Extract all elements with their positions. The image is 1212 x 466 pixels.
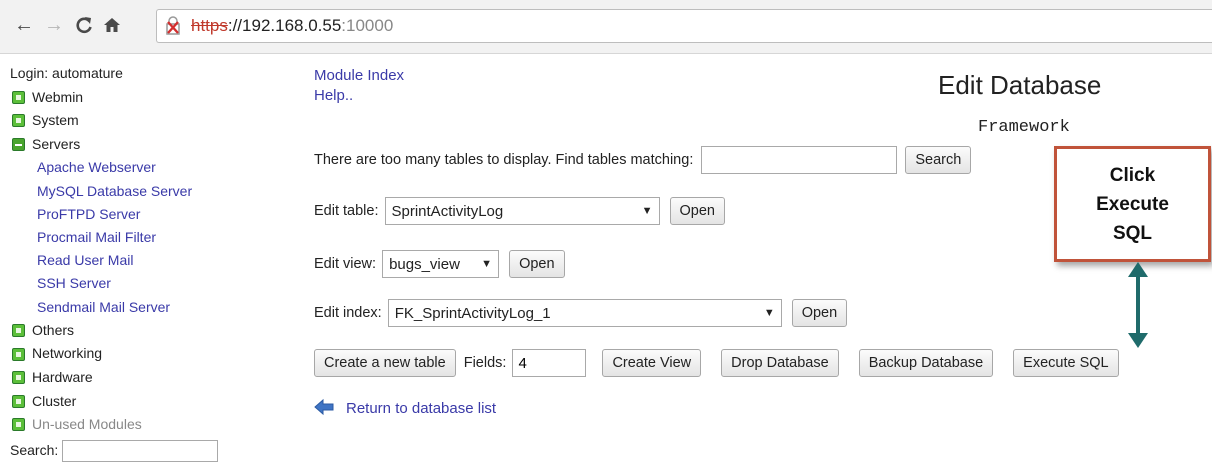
sidebar-search: Search: <box>10 439 250 463</box>
login-label: Login: automature <box>10 65 123 81</box>
double-arrow-icon <box>1128 262 1148 348</box>
url-scheme: https <box>191 16 228 35</box>
category-servers[interactable]: Servers <box>10 133 250 157</box>
category-label: Servers <box>32 135 81 152</box>
expand-icon <box>12 324 25 338</box>
category-unused-modules[interactable]: Un-used Modules <box>10 413 250 437</box>
actions-row: Create a new table Fields: Create View D… <box>314 349 1119 377</box>
module-mysql-database-server[interactable]: MySQL Database Server <box>10 180 250 203</box>
fields-label: Fields: <box>463 355 507 371</box>
top-links: Module Index Help.. <box>314 66 404 106</box>
open-view-button[interactable]: Open <box>509 250 565 278</box>
edit-table-row: Edit table: SprintActivityLog ▼ Open <box>314 197 725 225</box>
find-tables-input[interactable] <box>701 146 898 174</box>
module-sendmail-mail-server[interactable]: Sendmail Mail Server <box>10 296 250 319</box>
expand-icon <box>12 418 25 432</box>
category-others[interactable]: Others <box>10 319 250 343</box>
dropdown-arrow-icon: ▼ <box>763 307 775 319</box>
backup-database-button[interactable]: Backup Database <box>858 349 994 377</box>
back-arrow-icon[interactable] <box>314 398 334 419</box>
expand-icon <box>12 114 25 128</box>
expand-icon <box>12 394 25 408</box>
browser-toolbar: ← → https://192.168.0.55:10000 <box>0 0 1212 54</box>
category-label: System <box>32 112 79 129</box>
category-label: Webmin <box>32 88 84 105</box>
search-button[interactable]: Search <box>905 146 972 174</box>
edit-index-select[interactable]: FK_SprintActivityLog_1 ▼ <box>387 299 782 327</box>
edit-table-value: SprintActivityLog <box>391 202 504 220</box>
edit-view-select[interactable]: bugs_view ▼ <box>382 250 500 278</box>
open-table-button[interactable]: Open <box>669 197 725 225</box>
sidebar-search-input[interactable] <box>62 439 219 462</box>
category-system[interactable]: System <box>10 109 250 133</box>
drop-database-button[interactable]: Drop Database <box>721 349 839 377</box>
create-table-button[interactable]: Create a new table <box>314 349 456 377</box>
find-tables-row: There are too many tables to display. Fi… <box>314 146 972 174</box>
module-proftpd-server[interactable]: ProFTPD Server <box>10 203 250 226</box>
home-icon[interactable] <box>100 12 124 38</box>
forward-arrow-icon[interactable]: → <box>42 12 66 38</box>
return-to-database-list-link[interactable]: Return to database list <box>346 400 496 417</box>
expand-icon <box>12 371 25 385</box>
module-read-user-mail[interactable]: Read User Mail <box>10 249 250 272</box>
edit-index-label: Edit index: <box>314 305 382 321</box>
expand-icon <box>12 347 25 361</box>
edit-index-row: Edit index: FK_SprintActivityLog_1 ▼ Ope… <box>314 299 848 327</box>
edit-table-label: Edit table: <box>314 203 379 219</box>
find-tables-label: There are too many tables to display. Fi… <box>314 152 694 168</box>
category-hardware[interactable]: Hardware <box>10 366 250 390</box>
category-label: Others <box>32 321 75 338</box>
category-cluster[interactable]: Cluster <box>10 390 250 414</box>
edit-view-label: Edit view: <box>314 256 377 272</box>
dropdown-arrow-icon: ▼ <box>481 258 493 270</box>
edit-view-value: bugs_view <box>389 255 460 273</box>
module-ssh-server[interactable]: SSH Server <box>10 272 250 295</box>
sidebar-search-label: Search: <box>10 441 59 458</box>
expand-icon <box>12 90 25 104</box>
back-arrow-icon[interactable]: ← <box>12 12 36 38</box>
module-procmail-mail-filter[interactable]: Procmail Mail Filter <box>10 226 250 249</box>
annotation-callout: Click Execute SQL <box>1054 146 1211 262</box>
fields-input[interactable] <box>512 349 587 377</box>
execute-sql-button[interactable]: Execute SQL <box>1013 349 1119 377</box>
return-row: Return to database list <box>314 398 496 419</box>
create-view-button[interactable]: Create View <box>602 349 702 377</box>
reload-icon[interactable] <box>72 12 96 38</box>
address-bar[interactable]: https://192.168.0.55:10000 <box>156 9 1212 43</box>
page-title: Edit Database <box>938 70 1102 100</box>
help-link[interactable]: Help.. <box>314 86 404 106</box>
category-label: Un-used Modules <box>32 416 142 433</box>
module-index-link[interactable]: Module Index <box>314 66 404 86</box>
edit-table-select[interactable]: SprintActivityLog ▼ <box>384 197 660 225</box>
insecure-lock-icon <box>163 16 185 36</box>
module-apache-webserver[interactable]: Apache Webserver <box>10 156 250 179</box>
dropdown-arrow-icon: ▼ <box>641 205 653 217</box>
edit-index-value: FK_SprintActivityLog_1 <box>394 304 551 322</box>
category-label: Networking <box>32 345 103 362</box>
url-host: ://192.168.0.55 <box>227 16 342 35</box>
open-index-button[interactable]: Open <box>791 299 848 327</box>
webmin-sidebar: Login: automature Webmin System Servers … <box>10 62 250 462</box>
edit-view-row: Edit view: bugs_view ▼ Open <box>314 250 565 278</box>
url-port: :10000 <box>341 16 394 35</box>
category-label: Hardware <box>32 368 93 385</box>
database-name: Framework <box>978 118 1070 137</box>
category-networking[interactable]: Networking <box>10 342 250 366</box>
category-webmin[interactable]: Webmin <box>10 86 250 110</box>
collapse-icon <box>12 138 25 152</box>
category-label: Cluster <box>32 392 77 409</box>
